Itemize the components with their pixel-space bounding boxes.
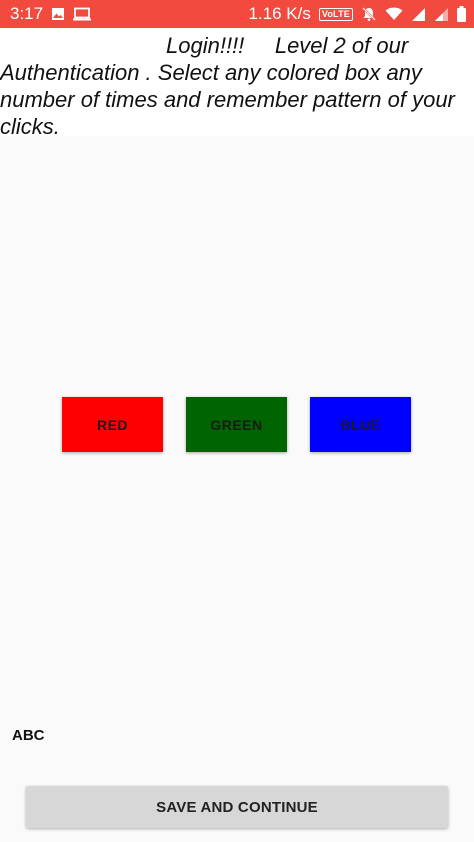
image-icon — [51, 7, 65, 21]
status-bar-left: 3:17 — [10, 4, 92, 24]
status-bar-right: 1.16 K/s VoLTE — [248, 4, 466, 24]
instruction-line-2: Authentication . Select any colored box … — [0, 60, 422, 85]
volte-icon: VoLTE — [318, 7, 353, 21]
save-and-continue-button[interactable]: SAVE AND CONTINUE — [26, 786, 448, 828]
green-button[interactable]: GREEN — [186, 397, 287, 452]
mute-icon — [361, 6, 377, 22]
network-speed: 1.16 K/s — [248, 4, 311, 23]
red-button[interactable]: RED — [62, 397, 163, 452]
instruction-line-3: number of times and remember pattern of … — [0, 87, 455, 112]
blue-button[interactable]: BLUE — [310, 397, 411, 452]
monitor-icon — [73, 7, 92, 21]
content-area: RED GREEN BLUE ABC SAVE AND CONTINUE — [0, 136, 474, 842]
wifi-icon — [385, 7, 403, 21]
signal-icon-2 — [434, 7, 449, 22]
instruction-line-1: Login!!!! Level 2 of our — [166, 33, 409, 58]
battery-icon — [457, 6, 466, 22]
status-bar: 3:17 1.16 K/s VoLTE — [0, 0, 474, 28]
signal-icon — [411, 7, 426, 22]
status-time: 3:17 — [10, 4, 44, 23]
login-instructions: Login!!!! Level 2 of our Authentication … — [0, 28, 474, 139]
abc-label: ABC — [12, 727, 45, 744]
